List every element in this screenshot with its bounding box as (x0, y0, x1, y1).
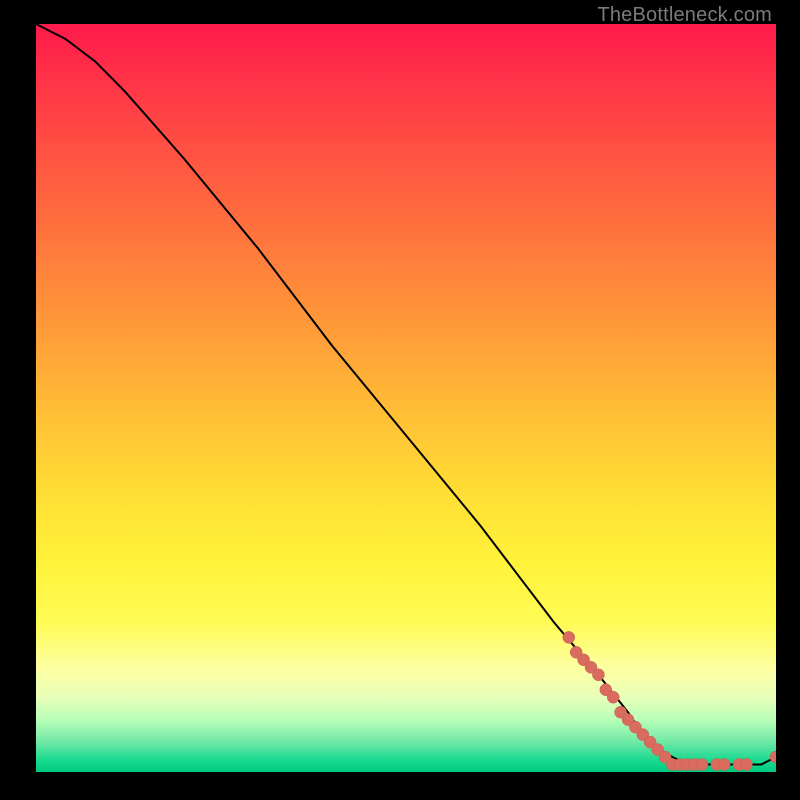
plot-area (36, 24, 776, 772)
marker-dot (718, 759, 730, 771)
marker-dot (696, 759, 708, 771)
curve-line (36, 24, 776, 765)
marker-dot (607, 691, 619, 703)
marker-dot (740, 759, 752, 771)
chart-stage: TheBottleneck.com (0, 0, 800, 800)
marker-dot (563, 631, 575, 643)
chart-svg (36, 24, 776, 772)
marker-dot (770, 751, 776, 763)
marker-group (563, 631, 776, 770)
marker-dot (592, 669, 604, 681)
